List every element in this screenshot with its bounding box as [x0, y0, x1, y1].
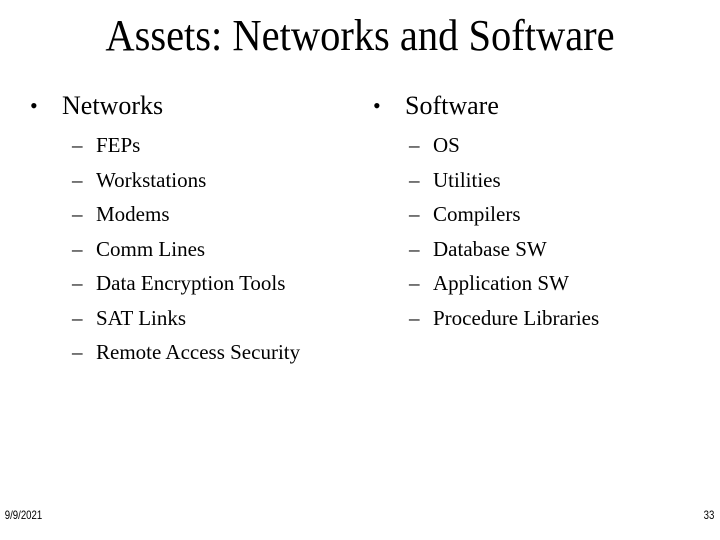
list-item: – SAT Links	[72, 301, 300, 336]
list-item: – Workstations	[72, 163, 300, 198]
list-item-text: FEPs	[96, 133, 141, 157]
dash-icon: –	[72, 236, 83, 261]
list-item-text: OS	[433, 133, 460, 157]
list-item-text: Database SW	[433, 236, 547, 261]
dash-icon: –	[409, 133, 420, 157]
list-item-text: Remote Access Security	[96, 340, 301, 364]
bullet-icon: •	[373, 93, 381, 118]
list-item: – Remote Access Security	[72, 335, 300, 370]
software-column: • Software – OS – Utilities – Compilers – Da…	[373, 88, 599, 335]
dash-icon: –	[72, 305, 83, 330]
list-item: – Compilers	[409, 197, 599, 232]
dash-icon: –	[72, 202, 83, 226]
dash-icon: –	[409, 271, 420, 295]
list-item-text: Comm Lines	[96, 236, 206, 261]
list-item: – Modems	[72, 197, 300, 232]
slide-title: Assets: Networks and Software	[105, 11, 615, 60]
footer-date: 9/9/2021	[4, 508, 43, 522]
list-item-text: Procedure Libraries	[433, 305, 600, 330]
list-item: – Data Encryption Tools	[72, 266, 300, 301]
list-item: – Procedure Libraries	[409, 301, 599, 336]
dash-icon: –	[72, 271, 83, 295]
list-item-text: Modems	[96, 202, 170, 226]
dash-icon: –	[409, 305, 420, 330]
list-item-text: Data Encryption Tools	[96, 271, 286, 295]
dash-icon: –	[409, 167, 420, 192]
dash-icon: –	[72, 340, 83, 364]
dash-icon: –	[409, 202, 420, 226]
list-item: – Application SW	[409, 266, 599, 301]
list-item: – FEPs	[72, 128, 300, 163]
bullet-icon: •	[30, 93, 38, 118]
list-item-text: Compilers	[433, 202, 521, 226]
list-item: – Utilities	[409, 163, 599, 198]
software-heading-item: • Software	[373, 88, 599, 124]
networks-heading: Networks	[62, 91, 164, 120]
list-item-text: Utilities	[433, 167, 501, 192]
list-item-text: Workstations	[96, 167, 207, 192]
software-heading: Software	[405, 91, 499, 120]
list-item: – OS	[409, 128, 599, 163]
networks-column: • Networks – FEPs – Workstations – Modems –…	[30, 88, 300, 370]
dash-icon: –	[409, 236, 420, 261]
list-item-text: Application SW	[433, 271, 569, 295]
list-item: – Comm Lines	[72, 232, 300, 267]
networks-heading-item: • Networks	[30, 88, 300, 124]
networks-list: – FEPs – Workstations – Modems – Comm Lines …	[72, 128, 300, 370]
dash-icon: –	[72, 167, 83, 192]
list-item-text: SAT Links	[96, 305, 187, 330]
software-list: – OS – Utilities – Compilers – Database SW –…	[409, 128, 599, 335]
list-item: – Database SW	[409, 232, 599, 267]
page-number: 33	[703, 508, 714, 522]
dash-icon: –	[72, 133, 83, 157]
